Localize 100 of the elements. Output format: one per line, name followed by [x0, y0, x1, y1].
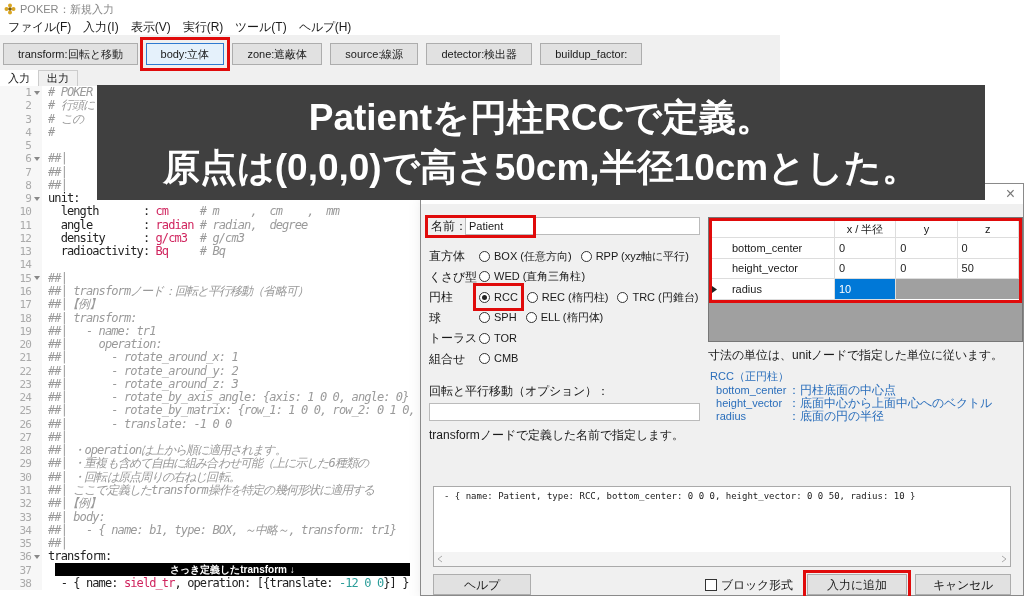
menu-item[interactable]: 表示(V): [130, 17, 171, 36]
radio-option[interactable]: ELL (楕円体): [525, 309, 604, 326]
line-number: 32: [19, 497, 31, 511]
toolbar-button[interactable]: buildup_factor:: [540, 43, 643, 65]
code-line: ##|: [47, 178, 67, 193]
code-line: ##|: [47, 271, 67, 285]
line-number: 30: [19, 470, 31, 484]
annotation-label: さっき定義したtransform ↓: [55, 563, 410, 576]
code-line: ##|: [47, 430, 67, 445]
code-line: # POKER: [47, 86, 93, 99]
table-cell[interactable]: 0: [895, 258, 958, 279]
tab[interactable]: 出力: [38, 70, 78, 86]
line-number: 9: [25, 192, 31, 206]
table-cell[interactable]: 0: [834, 237, 896, 259]
toolbar-button[interactable]: zone:遮蔽体: [232, 43, 323, 65]
code-line: unit:: [47, 192, 80, 206]
radio-icon[interactable]: [479, 250, 490, 262]
radio-option[interactable]: RPP (xyz軸に平行): [580, 247, 689, 265]
radio-option[interactable]: RCC: [479, 288, 518, 306]
table-cell[interactable]: 50: [957, 258, 1019, 279]
radio-option[interactable]: TOR: [479, 329, 518, 347]
line-number: 8: [25, 178, 31, 193]
close-button[interactable]: ×: [1003, 185, 1017, 202]
radio-option[interactable]: SPH: [479, 309, 517, 326]
code-line: ##| ・回転は原点周りの右ねじ回転。: [47, 470, 240, 484]
column-header: y: [895, 220, 958, 238]
table-cell[interactable]: 0: [957, 237, 1019, 259]
checkbox-icon[interactable]: [705, 578, 717, 591]
window-title: POKER：新規入力: [20, 1, 114, 17]
toolbar-button[interactable]: body:立体: [145, 43, 225, 65]
code-line: #: [47, 125, 55, 140]
name-field[interactable]: Patient: [465, 217, 701, 236]
cancel-button[interactable]: キャンセル: [915, 574, 1011, 595]
menu-item[interactable]: ヘルプ(H): [298, 17, 352, 36]
block-format-label: ブロック形式: [721, 576, 793, 594]
radio-option[interactable]: WED (直角三角柱): [479, 268, 586, 285]
radio-icon[interactable]: [617, 291, 629, 303]
toolbar-button[interactable]: source:線源: [330, 43, 419, 65]
line-number: 3: [25, 112, 31, 126]
fold-caret-icon[interactable]: [33, 276, 40, 281]
line-number: 14: [19, 258, 31, 272]
line-number: 37: [19, 563, 31, 577]
table-cell[interactable]: 0: [834, 258, 896, 279]
line-number: 35: [19, 537, 31, 551]
line-number: 7: [25, 165, 31, 179]
toolbar-button[interactable]: transform:回転と移動: [3, 43, 138, 65]
toolbar-button[interactable]: detector:検出器: [426, 43, 533, 65]
help-description: ：底面中心から上面中心へのベクトル: [788, 397, 994, 411]
line-number: 20: [19, 338, 31, 352]
tab[interactable]: 入力: [0, 70, 38, 86]
radio-icon[interactable]: [479, 332, 490, 344]
radio-icon[interactable]: [580, 250, 592, 262]
name-label: 名前：: [430, 218, 465, 236]
line-number: 5: [25, 139, 31, 153]
radio-icon[interactable]: [526, 291, 538, 303]
code-line: - { name: sield_tr, operation: [{translate: -12 0 0}] }: [59, 576, 409, 591]
code-line: ##| operation:: [47, 338, 162, 352]
line-number: 38: [19, 576, 31, 591]
transform-field[interactable]: [429, 402, 701, 421]
menu-item[interactable]: ツール(T): [235, 17, 287, 36]
radio-option[interactable]: TRC (円錐台): [617, 288, 699, 306]
block-format-checkbox[interactable]: ブロック形式: [705, 575, 793, 594]
line-number: 16: [19, 285, 31, 299]
fold-caret-icon[interactable]: [33, 196, 40, 201]
line-number: 25: [19, 404, 31, 418]
help-description: ：底面の円の半径: [788, 410, 886, 424]
code-line: ##|【例】: [47, 497, 101, 511]
radio-icon[interactable]: [479, 353, 490, 365]
code-line: ##|【例】: [47, 298, 101, 312]
table-cell[interactable]: 0: [895, 237, 958, 259]
code-line: ##| - rotate_around_y: 2: [47, 364, 238, 378]
help-button[interactable]: ヘルプ: [433, 574, 531, 595]
group-label: 組合せ: [429, 350, 466, 368]
help-term: bottom_center: [716, 384, 788, 398]
line-number: 36: [19, 550, 31, 564]
help-term: height_vector: [716, 397, 784, 411]
code-line: angle : radian # radian, degree: [59, 218, 308, 232]
line-number: 29: [19, 457, 31, 471]
radio-icon[interactable]: [479, 291, 490, 303]
code-line: ##| - { name: b1, type: BOX, ～中略～, transform: tr1}: [47, 523, 396, 538]
fold-caret-icon[interactable]: [33, 156, 40, 161]
add-to-input-button[interactable]: 入力に追加: [807, 574, 907, 595]
radio-icon[interactable]: [525, 312, 537, 324]
code-line: ##|: [47, 165, 67, 179]
radio-icon[interactable]: [479, 312, 490, 324]
radio-icon[interactable]: [479, 271, 490, 283]
line-number: 4: [25, 125, 31, 140]
menu-item[interactable]: 実行(R): [182, 17, 224, 36]
radio-option[interactable]: BOX (任意方向): [479, 247, 572, 265]
transform-label: 回転と平行移動（オプション）：: [429, 382, 610, 400]
radio-option[interactable]: REC (楕円柱): [526, 288, 609, 306]
fold-caret-icon[interactable]: [33, 90, 40, 95]
radio-option[interactable]: CMB: [479, 350, 519, 367]
caption-text: Patientを円柱RCCで定義。: [308, 95, 774, 140]
fold-caret-icon[interactable]: [33, 554, 40, 559]
menu-item[interactable]: 入力(I): [83, 17, 119, 36]
menu-item[interactable]: ファイル(F): [8, 17, 72, 36]
group-label: 球: [429, 309, 442, 327]
line-number: 1: [25, 86, 31, 100]
code-line: # 行頭に: [47, 99, 94, 113]
